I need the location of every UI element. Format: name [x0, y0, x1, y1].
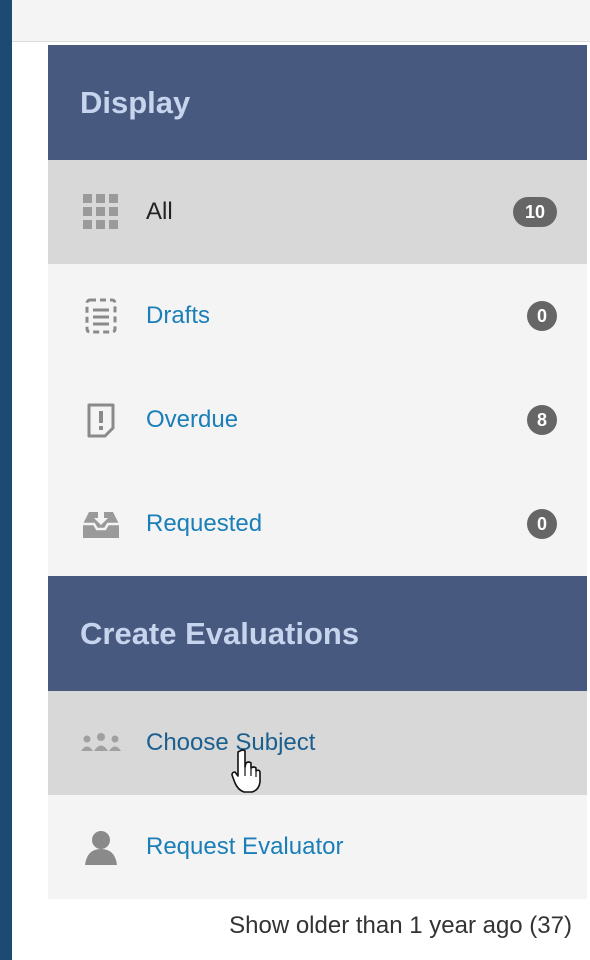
sidebar-panel: Display All 10 Drafts 0 Overdue 8 Reques…	[48, 45, 587, 899]
grid-icon	[78, 189, 124, 235]
page: Display All 10 Drafts 0 Overdue 8 Reques…	[12, 0, 590, 960]
nav-item-label: Request Evaluator	[146, 833, 344, 860]
inbox-download-icon	[78, 501, 124, 547]
nav-item-drafts[interactable]: Drafts 0	[48, 264, 587, 368]
nav-item-label: Drafts	[146, 302, 211, 329]
hand-pointer-cursor-icon	[230, 748, 262, 799]
nav-item-overdue[interactable]: Overdue 8	[48, 368, 587, 472]
group-users-icon	[78, 720, 124, 766]
draft-document-icon	[78, 293, 124, 339]
overdue-alert-icon	[78, 397, 124, 443]
user-icon	[78, 824, 124, 870]
count-badge: 0	[527, 301, 557, 331]
display-section-header: Display	[48, 45, 587, 160]
count-badge: 0	[527, 509, 557, 539]
nav-item-label: Requested	[146, 510, 263, 537]
show-older-link[interactable]: Show older than 1 year ago (37)	[229, 912, 572, 940]
create-evaluations-header: Create Evaluations	[48, 576, 587, 691]
nav-item-all[interactable]: All 10	[48, 160, 587, 264]
top-bar	[12, 0, 590, 42]
display-section-title: Display	[80, 84, 191, 120]
create-section-title: Create Evaluations	[80, 615, 360, 651]
nav-item-choose-subject[interactable]: Choose Subject	[48, 691, 587, 795]
nav-item-label: All	[146, 198, 173, 225]
nav-item-label: Overdue	[146, 406, 239, 433]
count-badge: 10	[513, 197, 557, 227]
nav-item-requested[interactable]: Requested 0	[48, 472, 587, 576]
nav-item-request-evaluator[interactable]: Request Evaluator	[48, 795, 587, 899]
count-badge: 8	[527, 405, 557, 435]
